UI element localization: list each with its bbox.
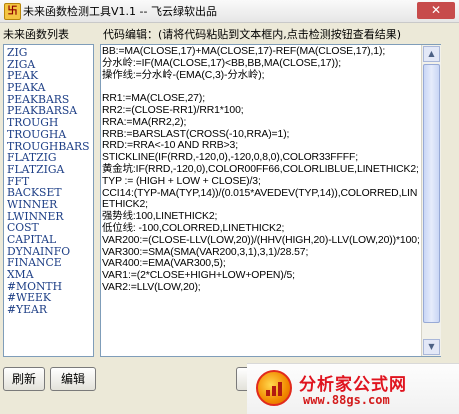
code-line: VAR300:=SMA(SMA(VAR200,3,1),3,1)/28.57;: [102, 246, 309, 258]
code-line: RR2:=(CLOSE-RR1)/RR1*100;: [102, 104, 244, 116]
code-line: RRD:=RRA<-10 AND RRB>3;: [102, 140, 238, 152]
function-list-item[interactable]: #YEAR: [7, 304, 93, 316]
code-line: 强势线:100,LINETHICK2;: [102, 211, 218, 223]
code-line: 分水岭:=IF(MA(CLOSE,17)<BB,BB,MA(CLOSE,17))…: [102, 57, 341, 69]
app-icon: 卐: [4, 3, 21, 20]
code-line: RR1:=MA(CLOSE,27);: [102, 93, 206, 105]
window-title: 未来函数检测工具V1.1 -- 飞云绿软出品: [23, 5, 217, 18]
code-line: VAR200:=(CLOSE-LLV(LOW,20))/(HHV(HIGH,20…: [102, 234, 420, 246]
edit-button[interactable]: 编辑: [50, 367, 96, 391]
function-list-item[interactable]: TROUGHA: [7, 129, 93, 141]
future-function-list[interactable]: ZIG ZIGA PEAK PEAKA PEAKBARS PEAKBARSA TROUGH T…: [3, 44, 94, 357]
function-list-item[interactable]: XMA: [7, 269, 93, 281]
code-line: STICKLINE(IF(RRD,-120,0),-120,0,8,0),COL…: [102, 152, 359, 164]
scroll-up-icon[interactable]: ▲: [423, 46, 440, 62]
scroll-thumb[interactable]: [423, 64, 440, 323]
editor-scrollbar[interactable]: ▲ ▼: [421, 45, 441, 356]
function-list-item[interactable]: CAPITAL: [7, 234, 93, 246]
code-editor[interactable]: BB:=MA(CLOSE,17)+MA(CLOSE,17)-REF(MA(CLO…: [100, 44, 441, 357]
code-line: RRA:=MA(RR2,2);: [102, 116, 187, 128]
code-line: RRB:=BARSLAST(CROSS(-10,RRA)=1);: [102, 128, 290, 140]
refresh-button[interactable]: 刷新: [3, 367, 45, 391]
function-list-item[interactable]: ZIG: [7, 47, 93, 59]
close-button[interactable]: ✕: [417, 2, 455, 19]
scroll-down-icon[interactable]: ▼: [423, 339, 440, 355]
code-line: BB:=MA(CLOSE,17)+MA(CLOSE,17)-REF(MA(CLO…: [102, 46, 386, 57]
code-text[interactable]: BB:=MA(CLOSE,17)+MA(CLOSE,17)-REF(MA(CLO…: [102, 46, 420, 294]
code-line: 低位线: -100,COLORRED,LINETHICK2;: [102, 222, 285, 234]
code-line: VAR1:=(2*CLOSE+HIGH+LOW+OPEN)/5;: [102, 270, 295, 282]
code-line: VAR2:=LLV(LOW,20);: [102, 281, 201, 293]
chart-logo-icon: [256, 370, 292, 406]
code-line: 操作线:=分水岭-(EMA(C,3)-分水岭);: [102, 69, 265, 81]
code-line: TYP := (HIGH + LOW + CLOSE)/3;: [102, 175, 261, 187]
code-line: VAR400:=EMA(VAR300,5);: [102, 258, 226, 270]
function-list-item[interactable]: WINNER: [7, 199, 93, 211]
function-list-item[interactable]: PEAKA: [7, 82, 93, 94]
title-bar: 卐 未来函数检测工具V1.1 -- 飞云绿软出品 ✕: [0, 0, 459, 23]
watermark-title: 分析家公式网: [299, 375, 407, 395]
code-line: 黄金坑:IF(RRD,-120,0),COLOR00FF66,COLORLIBL…: [102, 163, 419, 175]
code-editor-label: 代码编辑：(请将代码粘贴到文本框内,点击检测按钮查看结果): [103, 28, 402, 41]
code-line: CCI14:(TYP-MA(TYP,14))/(0.015*AVEDEV(TYP…: [102, 187, 418, 211]
watermark-logo: 分析家公式网 www.88gs.com: [247, 363, 459, 414]
future-function-list-label: 未来函数列表: [3, 28, 69, 41]
function-list-item[interactable]: FLATZIGA: [7, 164, 93, 176]
watermark-url: www.88gs.com: [303, 393, 390, 407]
